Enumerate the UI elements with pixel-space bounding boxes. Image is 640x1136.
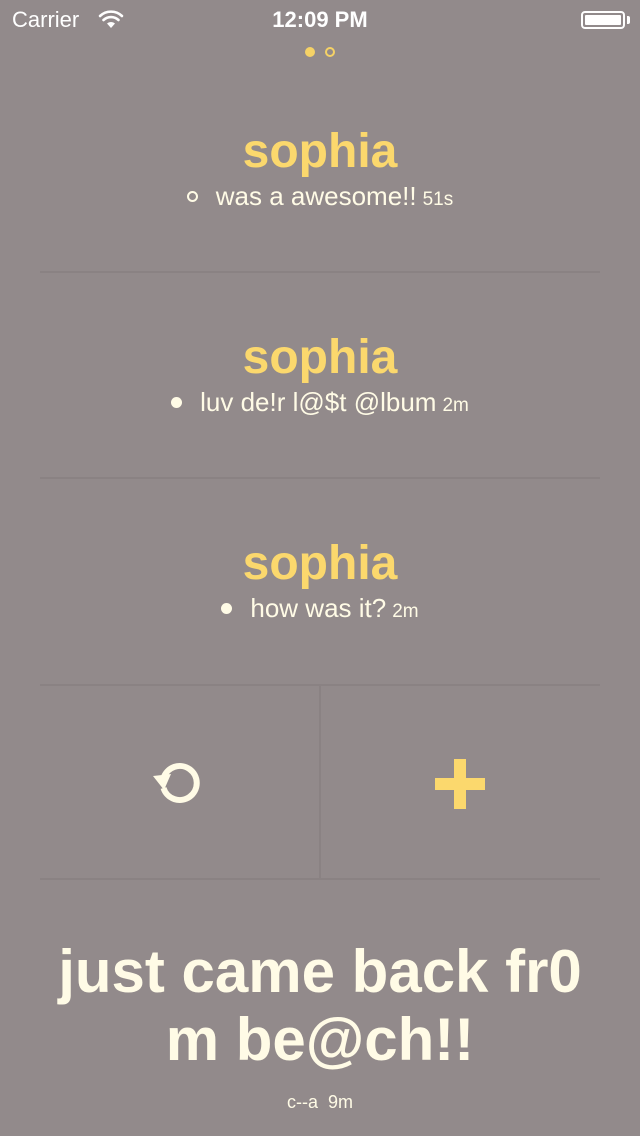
divider [40,477,600,479]
refresh-button[interactable] [40,686,319,878]
message-text: was a awesome!! [215,181,417,211]
status-time: 12:09 PM [272,7,368,32]
message-text: how was it? [250,593,387,623]
divider [40,271,600,273]
sender-name: sophia [242,125,398,178]
post-text-line-2: m be@ch!! [165,1006,475,1073]
read-indicator-icon [171,396,183,408]
read-indicator-icon [221,602,233,614]
message-line: luv de!r l@$t @lbum 2m [40,386,600,422]
message-time: 2m [442,395,469,416]
refresh-icon [153,763,200,803]
divider [40,878,600,880]
message-text: luv de!r l@$t @lbum [200,387,437,417]
battery-cap [627,16,630,24]
battery-level [585,15,621,25]
page-indicator[interactable] [0,47,640,61]
page-dot-1[interactable] [305,47,315,57]
message-line: was a awesome!! 51s [40,180,600,216]
plus-icon [435,759,485,809]
status-bar: Carrier 12:09 PM [0,0,640,40]
add-button[interactable] [321,686,600,878]
message-item-3[interactable]: sophia how was it? 2m [40,536,600,628]
post-author-time: c--a 9m [286,1092,353,1112]
unread-indicator-icon [186,190,198,202]
message-item-2[interactable]: sophia luv de!r l@$t @lbum 2m [40,330,600,422]
sender-name: sophia [242,537,398,590]
message-time: 51s [422,189,454,210]
post-text-line-1: just came back fr0 [58,938,582,1005]
message-time: 2m [392,601,419,622]
post-text[interactable]: just came back fr0 m be@ch!! [20,938,620,1074]
message-item-1[interactable]: sophia was a awesome!! 51s [40,124,600,216]
battery-icon [581,11,625,29]
page-dot-2[interactable] [325,47,335,57]
message-line: how was it? 2m [40,592,600,628]
sender-name: sophia [242,331,398,384]
